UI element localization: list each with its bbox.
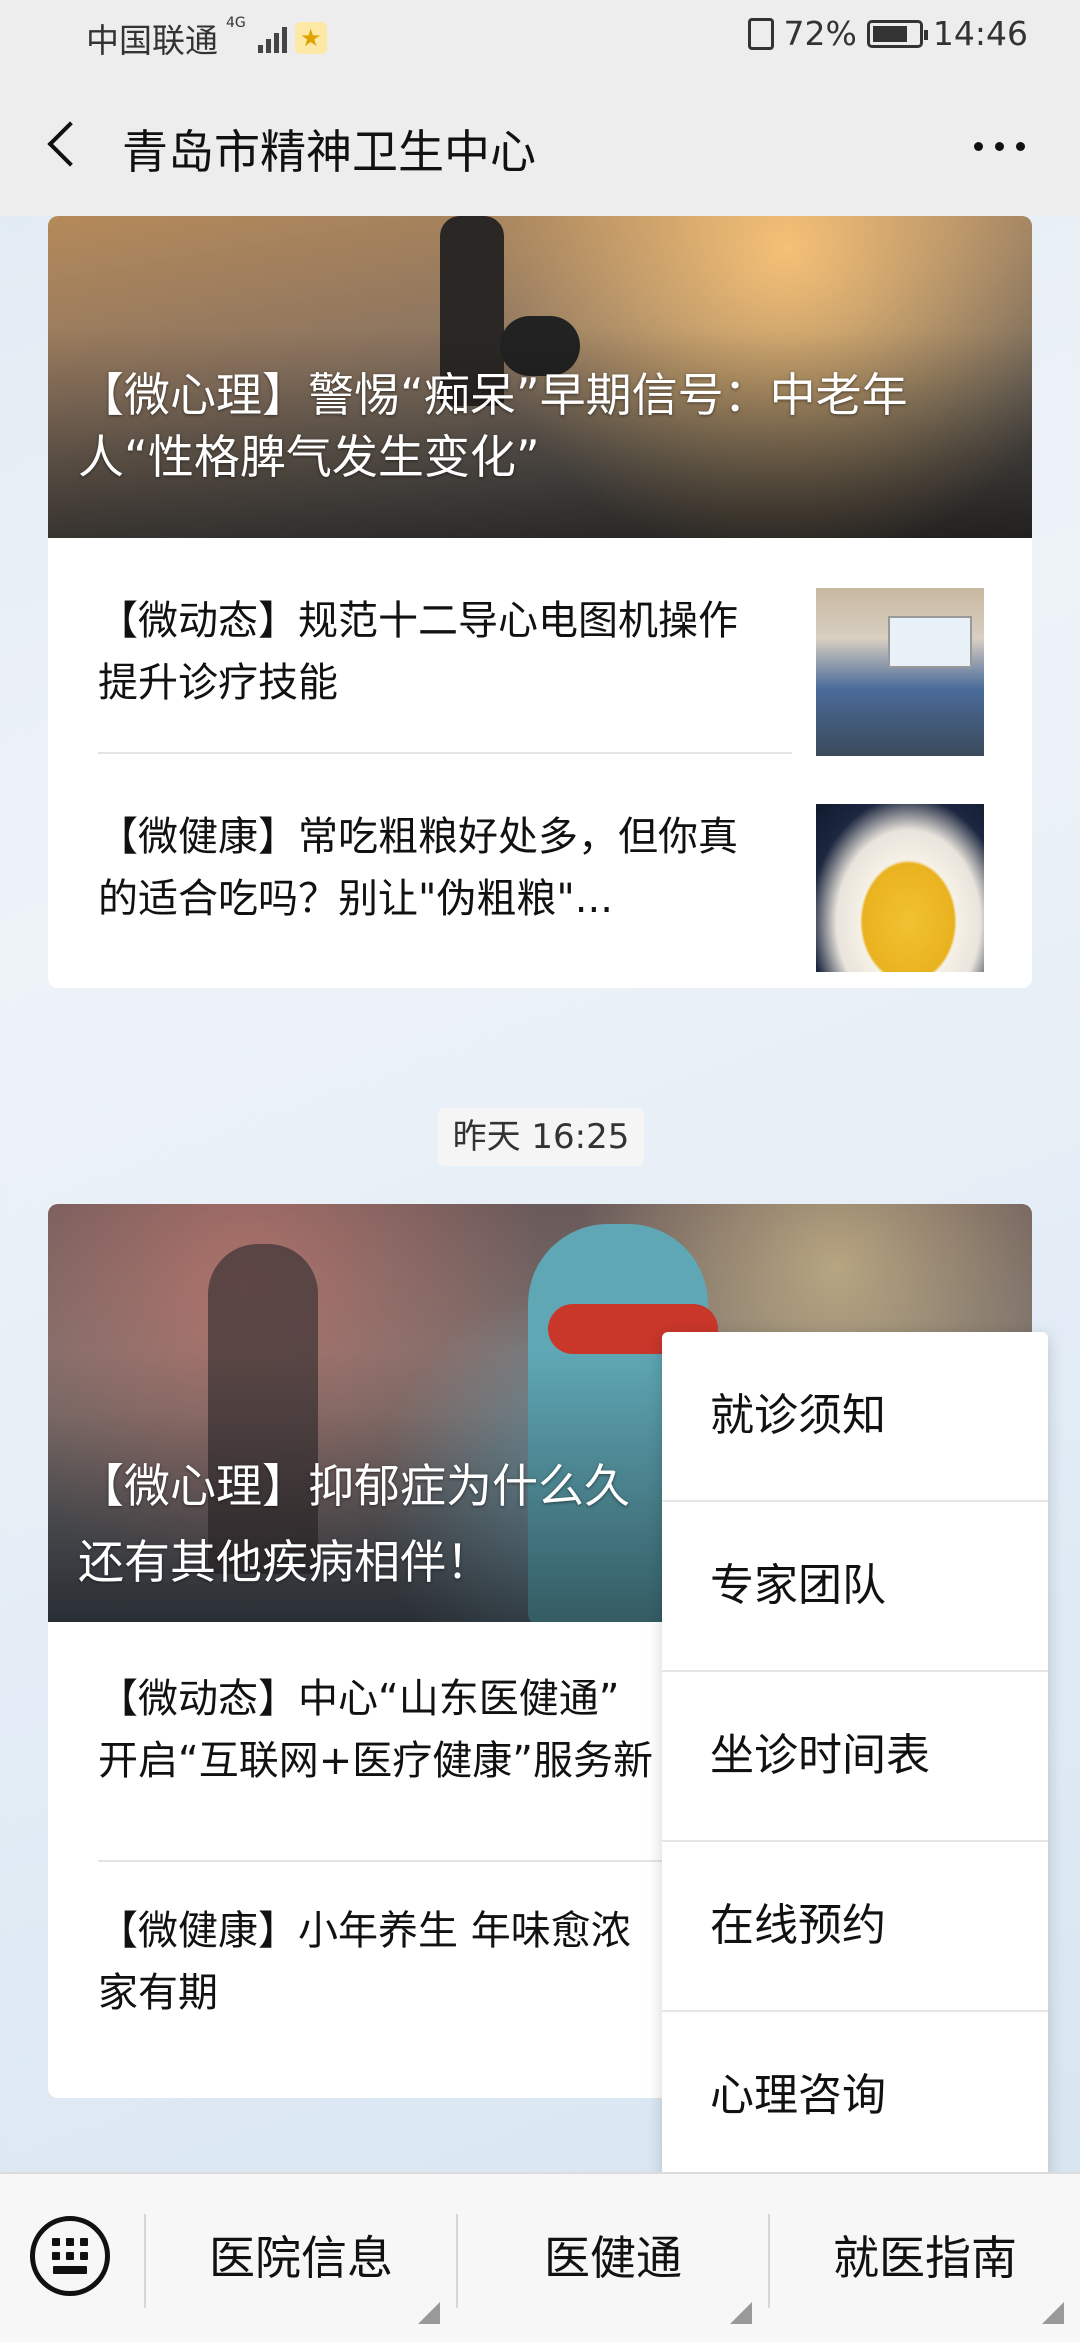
menu-label: 医院信息 bbox=[209, 2231, 393, 2285]
cover-article-1[interactable]: 【微心理】警惕“痴呆”早期信号：中老年人“性格脾气发生变化” bbox=[48, 216, 1032, 538]
bottom-menu-bar: 医院信息 医健通 就医指南 bbox=[0, 2172, 1080, 2342]
menu-label: 医健通 bbox=[544, 2231, 682, 2285]
menu-label: 就医指南 bbox=[833, 2231, 1017, 2285]
menu-medical-guide[interactable]: 就医指南 bbox=[770, 2174, 1080, 2342]
article-title: 【微动态】中心“山东医健通” 开启“互联网+医疗健康”服务新 bbox=[98, 1676, 653, 1784]
article-title: 【微动态】规范十二导心电图机操作 提升诊疗技能 bbox=[98, 598, 738, 706]
article-card-1: 【微心理】警惕“痴呆”早期信号：中老年人“性格脾气发生变化” 【微动态】规范十二… bbox=[48, 216, 1032, 988]
status-right: 72% 14:46 bbox=[747, 14, 1028, 53]
battery-icon bbox=[866, 19, 928, 48]
battery-percent: 72% bbox=[783, 14, 857, 53]
menu-hospital-info[interactable]: 医院信息 bbox=[146, 2174, 456, 2342]
status-bar: 中国联通 4G ★ 72% 14:46 bbox=[0, 0, 1080, 72]
star-icon: ★ bbox=[294, 22, 327, 54]
more-options-icon[interactable] bbox=[964, 128, 1034, 164]
article-title: 【微健康】常吃粗粮好处多，但你真的适合吃吗？别让"伪粗粮"... bbox=[98, 814, 738, 922]
page-title: 青岛市精神卫生中心 bbox=[122, 125, 536, 179]
menu-item-schedule[interactable]: 坐诊时间表 bbox=[662, 1672, 1048, 1842]
menu-item-visit-notice[interactable]: 就诊须知 bbox=[662, 1332, 1048, 1502]
submenu-indicator-icon bbox=[1042, 2302, 1064, 2324]
menu-item-expert-team[interactable]: 专家团队 bbox=[662, 1502, 1048, 1672]
submenu-indicator-icon bbox=[730, 2302, 752, 2324]
article-thumbnail bbox=[816, 804, 984, 972]
status-left: 中国联通 4G ★ bbox=[86, 14, 327, 62]
list-item[interactable]: 【微动态】规范十二导心电图机操作 提升诊疗技能 bbox=[48, 538, 1032, 756]
back-arrow-icon[interactable] bbox=[40, 116, 100, 176]
article-title: 【微健康】小年养生 年味愈浓 家有期 bbox=[98, 1908, 631, 2016]
menu-item-psych-consult[interactable]: 心理咨询 bbox=[662, 2012, 1048, 2178]
sub-menu-popup: 就诊须知 专家团队 坐诊时间表 在线预约 心理咨询 bbox=[662, 1332, 1048, 2178]
nav-bar: 青岛市精神卫生中心 bbox=[0, 72, 1080, 216]
cover-title: 【微心理】警惕“痴呆”早期信号：中老年人“性格脾气发生变化” bbox=[78, 368, 908, 484]
carrier-label: 中国联通 bbox=[86, 21, 218, 60]
menu-yijiantong[interactable]: 医健通 bbox=[458, 2174, 768, 2342]
timestamp: 昨天 16:25 bbox=[438, 1108, 644, 1166]
vibrate-icon bbox=[747, 17, 774, 50]
clock: 14:46 bbox=[932, 14, 1028, 53]
signal-icon bbox=[257, 23, 287, 53]
keyboard-icon[interactable] bbox=[30, 2216, 110, 2296]
submenu-indicator-icon bbox=[418, 2302, 440, 2324]
menu-item-online-booking[interactable]: 在线预约 bbox=[662, 1842, 1048, 2012]
list-item[interactable]: 【微健康】常吃粗粮好处多，但你真的适合吃吗？别让"伪粗粮"... bbox=[48, 754, 1032, 988]
network-type: 4G bbox=[226, 15, 246, 31]
article-thumbnail bbox=[816, 588, 984, 756]
